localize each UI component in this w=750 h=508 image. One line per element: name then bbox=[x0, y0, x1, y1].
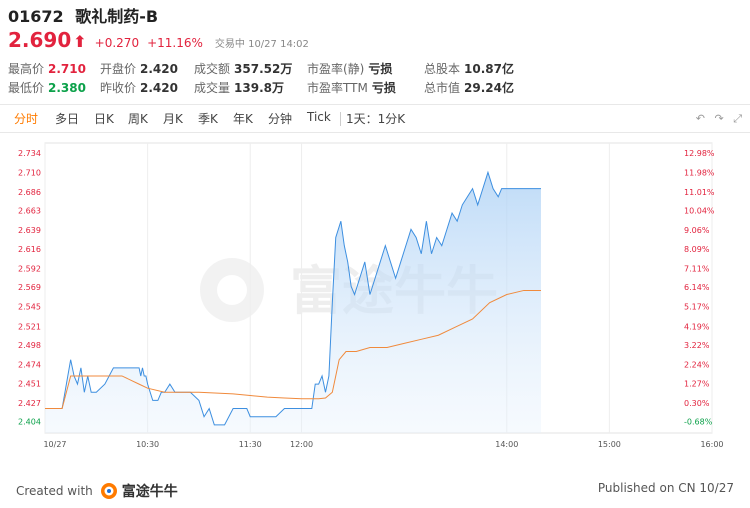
y-tick-label-right: 4.19% bbox=[684, 322, 710, 331]
header-divider bbox=[0, 104, 750, 105]
undo-icon[interactable]: ↶ bbox=[696, 112, 705, 125]
tab-yearly-k[interactable]: 年K bbox=[233, 110, 253, 127]
stats-panel: 最高价 2.710 开盘价 2.420 成交额 357.52万 市盈率(静) 亏损 总股… bbox=[8, 60, 748, 98]
current-price: 2.690 bbox=[8, 28, 72, 52]
trading-status: 交易中 10/27 14:02 bbox=[214, 39, 309, 50]
y-tick-label-right: 3.22% bbox=[684, 341, 710, 350]
period-selector[interactable]: 1天：1分K bbox=[346, 110, 405, 127]
stats-row-2: 最低价 2.380 昨收价 2.420 成交量 139.8万 市盈率TTM 亏损 总市值… bbox=[8, 79, 748, 98]
y-tick-label-right: 11.98% bbox=[684, 168, 715, 177]
x-tick-label: 14:00 bbox=[495, 440, 518, 449]
tab-tick[interactable]: Tick bbox=[307, 110, 331, 124]
stat-open: 开盘价 2.420 bbox=[100, 62, 178, 76]
tab-intraday[interactable]: 分时 bbox=[14, 110, 38, 127]
y-tick-label-left: 2.616 bbox=[18, 245, 41, 254]
tab-quarterly-k[interactable]: 季K bbox=[198, 110, 218, 127]
footer: Created with 富途牛牛 Published on CN 10/27 bbox=[0, 470, 750, 508]
period-tabs: 分时 多日 日K 周K 月K 季K 年K 分钟 Tick 1天：1分K ↶ ↷ … bbox=[0, 106, 750, 132]
fullscreen-icon[interactable]: ⤢ bbox=[733, 112, 742, 125]
x-tick-label: 12:00 bbox=[290, 440, 313, 449]
x-tick-label: 11:30 bbox=[239, 440, 262, 449]
y-tick-label-right: 0.30% bbox=[684, 399, 710, 408]
y-tick-label-right: 5.17% bbox=[684, 303, 710, 312]
y-tick-label-right: 9.06% bbox=[684, 226, 710, 235]
y-tick-label-right: 10.04% bbox=[684, 207, 715, 216]
brand-logo-icon bbox=[100, 483, 117, 499]
y-tick-label-left: 2.498 bbox=[18, 341, 41, 350]
published-info: Published on CN 10/27 bbox=[597, 481, 734, 495]
y-tick-label-left: 2.404 bbox=[18, 418, 41, 427]
price-row: 2.690 ⬆ +0.270 +11.16% 交易中 10/27 14:02 bbox=[8, 28, 748, 52]
y-tick-label-left: 2.569 bbox=[18, 283, 41, 292]
y-tick-label-left: 2.663 bbox=[18, 207, 41, 216]
tab-separator bbox=[340, 112, 341, 126]
created-with-text: Created with bbox=[16, 484, 93, 498]
y-tick-label-left: 2.686 bbox=[18, 188, 41, 197]
tab-minute[interactable]: 分钟 bbox=[268, 110, 292, 127]
intraday-chart: 富途牛牛10/2710:3011:3012:0014:0015:0016:002… bbox=[0, 133, 750, 470]
y-tick-label-left: 2.639 bbox=[18, 226, 41, 235]
y-tick-label-left: 2.451 bbox=[18, 379, 41, 388]
y-tick-label-right: 12.98% bbox=[684, 149, 715, 158]
y-tick-label-right: 6.14% bbox=[684, 283, 710, 292]
y-tick-label-right: 8.09% bbox=[684, 245, 710, 254]
stat-turnover: 成交额 357.52万 bbox=[194, 62, 293, 76]
stock-code: 01672 bbox=[8, 7, 64, 26]
stat-market-cap: 总市值 29.24亿 bbox=[424, 81, 514, 95]
stat-volume: 成交量 139.8万 bbox=[194, 81, 284, 95]
stock-name: 歌礼制药-B bbox=[75, 7, 159, 26]
redo-icon[interactable]: ↷ bbox=[714, 112, 723, 125]
tab-daily-k[interactable]: 日K bbox=[94, 110, 114, 127]
stats-row-1: 最高价 2.710 开盘价 2.420 成交额 357.52万 市盈率(静) 亏损 总股… bbox=[8, 60, 748, 79]
y-tick-label-left: 2.592 bbox=[18, 264, 41, 273]
y-tick-label-right: 1.27% bbox=[684, 379, 710, 388]
x-tick-label: 16:00 bbox=[700, 440, 723, 449]
tab-monthly-k[interactable]: 月K bbox=[163, 110, 183, 127]
footer-created: Created with 富途牛牛 bbox=[16, 481, 178, 501]
stat-shares: 总股本 10.87亿 bbox=[424, 62, 514, 76]
chart-svg: 富途牛牛10/2710:3011:3012:0014:0015:0016:002… bbox=[18, 142, 724, 449]
price-change: +0.270 bbox=[94, 36, 140, 50]
y-tick-label-right: 7.11% bbox=[684, 264, 710, 273]
stat-low: 最低价 2.380 bbox=[8, 81, 86, 95]
y-tick-label-left: 2.710 bbox=[18, 168, 41, 177]
y-tick-label-left: 2.427 bbox=[18, 399, 41, 408]
tab-weekly-k[interactable]: 周K bbox=[128, 110, 148, 127]
up-arrow-icon: ⬆ bbox=[73, 32, 87, 51]
watermark-logo-inner bbox=[217, 275, 247, 305]
y-tick-label-right: 2.24% bbox=[684, 361, 710, 370]
stat-pe-static: 市盈率(静) 亏损 bbox=[307, 62, 393, 76]
x-tick-label: 10/27 bbox=[43, 440, 66, 449]
tab-multi-day[interactable]: 多日 bbox=[55, 110, 79, 127]
y-tick-label-left: 2.545 bbox=[18, 303, 41, 312]
brand-name: 富途牛牛 bbox=[121, 484, 178, 500]
y-tick-label-right: -0.68% bbox=[684, 418, 713, 427]
stat-prev-close: 昨收价 2.420 bbox=[100, 81, 178, 95]
footer-brand: 富途牛牛 bbox=[99, 481, 178, 501]
price-change-pct: +11.16% bbox=[147, 36, 203, 50]
chart-toolbar: ↶ ↷ ⤢ bbox=[690, 112, 742, 126]
stock-title: 01672 歌礼制药-B bbox=[8, 6, 748, 28]
y-tick-label-left: 2.521 bbox=[18, 322, 41, 331]
stock-header: 01672 歌礼制药-B 2.690 ⬆ +0.270 +11.16% 交易中 … bbox=[8, 6, 748, 52]
y-tick-label-left: 2.734 bbox=[18, 149, 41, 158]
x-tick-label: 10:30 bbox=[136, 440, 159, 449]
stat-high: 最高价 2.710 bbox=[8, 62, 86, 76]
x-tick-label: 15:00 bbox=[598, 440, 621, 449]
y-tick-label-left: 2.474 bbox=[18, 361, 41, 370]
stat-pe-ttm: 市盈率TTM 亏损 bbox=[307, 81, 396, 95]
y-tick-label-right: 11.01% bbox=[684, 188, 715, 197]
